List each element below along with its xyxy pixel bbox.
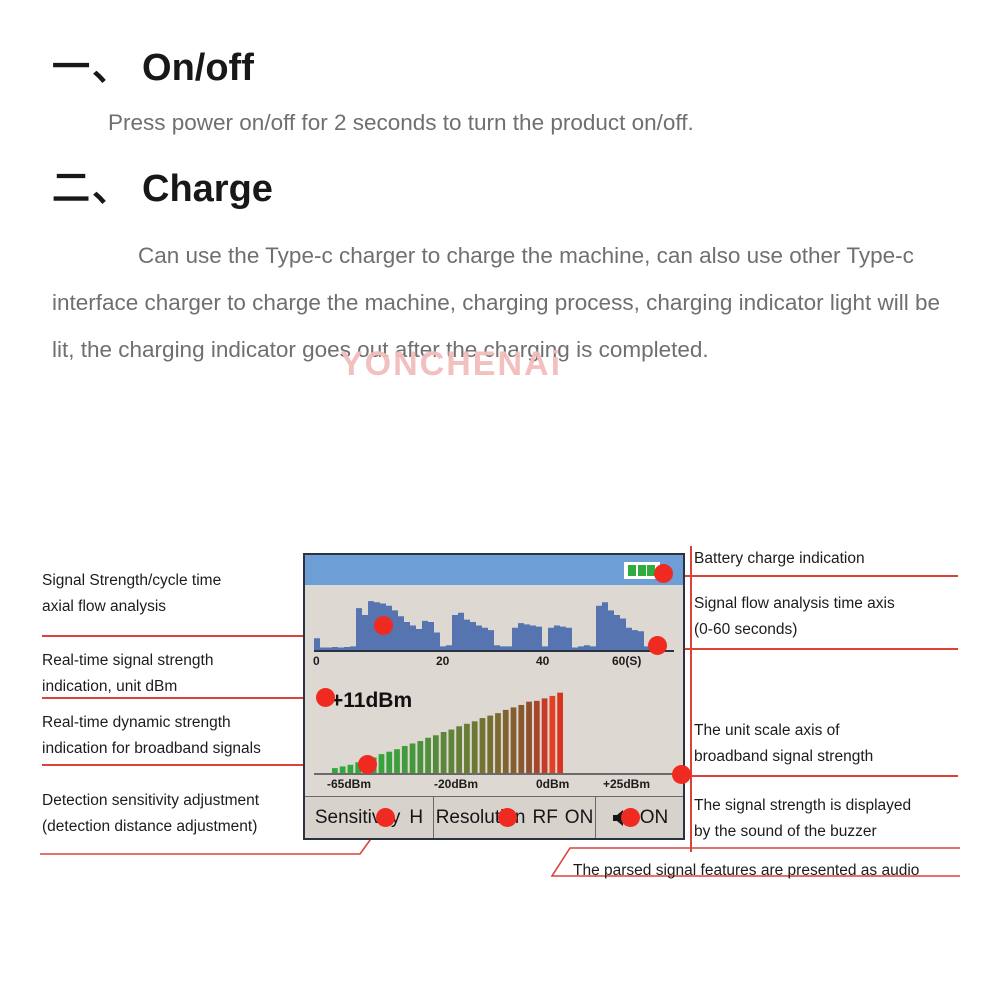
annotation-signal-strength-cycle-time: Signal Strength/cycle time axial flow an…: [42, 568, 221, 620]
section-heading-charge: 二、 Charge: [52, 157, 273, 212]
annotation-line: The signal strength is displayed: [694, 797, 912, 814]
sensitivity-button[interactable]: Sensitivity H: [305, 797, 434, 838]
section-body-charge: Can use the Type-c charger to charge the…: [52, 243, 940, 362]
strength-bar: [394, 749, 400, 773]
strength-tick-min: -65dBm: [327, 777, 372, 791]
annotation-line: Signal flow analysis time axis: [694, 595, 895, 612]
sensitivity-value: H: [409, 806, 424, 828]
section-title: Charge: [142, 168, 273, 210]
callout-dot-battery: [654, 564, 673, 583]
section-heading-onoff: 一、 On/off: [52, 36, 254, 91]
annotation-line: The unit scale axis of: [694, 722, 840, 739]
time-tick-20: 20: [436, 654, 450, 668]
time-tick-60: 60(S): [612, 654, 642, 668]
strength-bar: [409, 743, 416, 773]
annotation-realtime-dynamic-strength: Real-time dynamic strength indication fo…: [42, 710, 261, 762]
lead-line-signal-flow-time-axis: [668, 648, 958, 650]
annotation-signal-flow-time-axis: Signal flow analysis time axis (0-60 sec…: [694, 591, 895, 643]
strength-bar: [471, 721, 478, 773]
strength-bar: [440, 732, 447, 773]
page-root: 一、 On/off Press power on/off for 2 second…: [0, 0, 1000, 1000]
section-number: 一、: [52, 47, 133, 89]
strength-bar: [425, 737, 431, 773]
callout-dot-buzzer: [621, 808, 640, 827]
annotation-line: indication for broadband signals: [42, 740, 261, 757]
strength-bar: [448, 729, 455, 773]
annotation-buzzer-sound-display: The signal strength is displayed by the …: [694, 793, 911, 845]
annotation-line: Real-time signal strength: [42, 652, 214, 669]
device-status-bar: [305, 555, 683, 585]
section-body-onoff: Press power on/off for 2 seconds to turn…: [108, 110, 694, 135]
annotation-line: indication, unit dBm: [42, 678, 178, 695]
callout-dot-resolution: [498, 808, 517, 827]
strength-tick-mid1: -20dBm: [434, 777, 479, 791]
strength-bar: [526, 701, 532, 773]
time-tick-40: 40: [536, 654, 550, 668]
resolution-mode: RF: [532, 806, 558, 828]
annotation-line: Real-time dynamic strength: [42, 714, 231, 731]
battery-cell: [637, 565, 646, 576]
strength-bar: [487, 715, 494, 773]
lead-line-unit-scale-axis: [668, 775, 958, 777]
strength-bar: [502, 709, 509, 773]
annotation-line: by the sound of the buzzer: [694, 823, 877, 840]
resolution-value: ON: [564, 806, 594, 828]
strength-bar: [464, 723, 470, 773]
annotation-line: Battery charge indication: [694, 550, 865, 567]
lead-line-battery-charge-indication: [668, 575, 958, 577]
callout-dot-sensitivity: [376, 808, 395, 827]
annotation-unit-scale-axis: The unit scale axis of broadband signal …: [694, 718, 873, 770]
annotation-line: Detection sensitivity adjustment: [42, 792, 260, 809]
callout-dot-dbm-readout: [316, 688, 335, 707]
annotation-line: (detection distance adjustment): [42, 818, 258, 835]
buzzer-value: ON: [639, 806, 669, 828]
callout-dot-time-axis: [648, 636, 667, 655]
strength-bar: [432, 735, 439, 773]
strength-bar: [557, 692, 563, 773]
strength-bar: [549, 695, 556, 773]
annotation-line: Signal Strength/cycle time: [42, 572, 222, 589]
annotation-parsed-signal-audio: The parsed signal features are presented…: [573, 858, 919, 884]
annotation-battery-charge-indication: Battery charge indication: [694, 546, 865, 572]
annotation-line: broadband signal strength: [694, 748, 874, 765]
strength-tick-mid2: 0dBm: [536, 777, 570, 791]
strength-tick-max: +25dBm: [603, 777, 651, 791]
strength-bar: [456, 726, 463, 773]
signal-flow-svg: [314, 601, 674, 651]
battery-cell: [628, 565, 636, 576]
callout-dot-unit-scale: [672, 765, 691, 784]
section-title: On/off: [142, 47, 254, 89]
device-screen: 0 20 40 60(S) +11dBm -65dBm -20dBm 0dBm …: [303, 553, 685, 840]
annotation-line: axial flow analysis: [42, 598, 167, 615]
annotation-detection-sensitivity: Detection sensitivity adjustment (detect…: [42, 788, 259, 840]
strength-bar: [417, 741, 424, 773]
annotation-realtime-signal-strength: Real-time signal strength indication, un…: [42, 648, 213, 700]
strength-bar: [479, 718, 486, 773]
time-axis-line: [314, 650, 674, 652]
strength-bar: [518, 704, 525, 773]
time-tick-0: 0: [313, 654, 320, 668]
callout-dot-bar-graph: [358, 755, 377, 774]
callout-dot-signal-flow: [374, 616, 393, 635]
annotation-line: (0-60 seconds): [694, 621, 798, 638]
strength-bar: [347, 764, 354, 773]
strength-bar: [510, 707, 517, 773]
strength-bar: [401, 745, 408, 773]
strength-bar: [541, 698, 548, 773]
strength-bar: [533, 700, 540, 773]
strength-bar: [495, 713, 501, 773]
lead-line-right-spine: [690, 546, 692, 852]
signal-flow-chart: [314, 593, 674, 651]
strength-bar: [386, 751, 393, 773]
section-number: 二、: [52, 168, 133, 210]
annotation-line: The parsed signal features are presented…: [573, 862, 920, 879]
strength-bar: [378, 754, 385, 773]
